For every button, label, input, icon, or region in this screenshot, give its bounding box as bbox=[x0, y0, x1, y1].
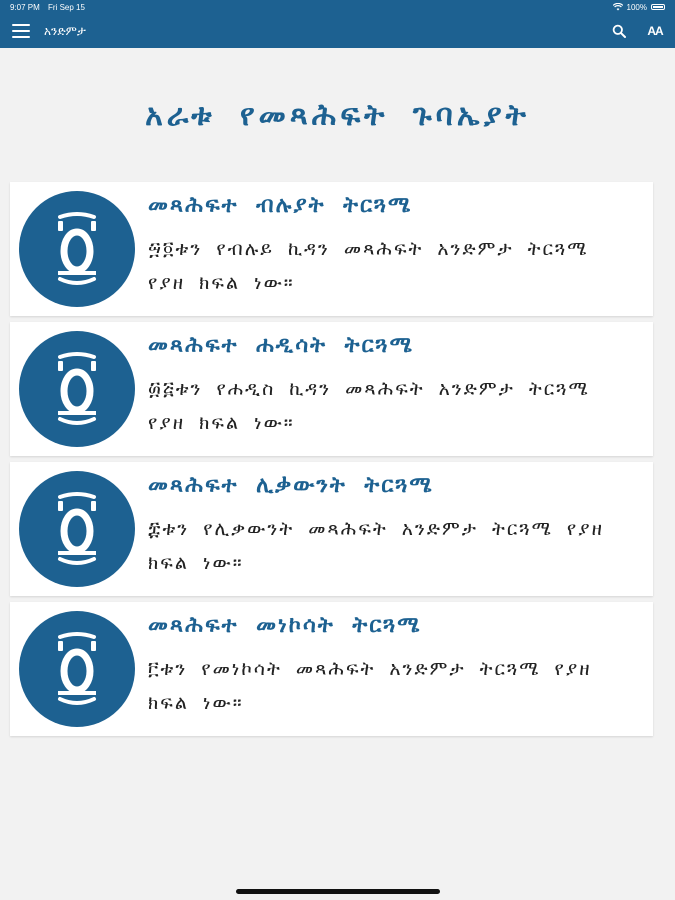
status-left: 9:07 PM Fri Sep 15 bbox=[10, 3, 91, 12]
collection-card-new-testament[interactable]: መጻሕፍተ ሐዲሳት ትርጓሜ ፴፭ቱን የሐዲስ ኪዳን መጻሕፍት አንድም… bbox=[10, 322, 653, 456]
card-title: መጻሕፍተ ብሉያት ትርጓሜ bbox=[148, 192, 413, 218]
page-title: አራቱ የመጻሕፍት ጉባኤያት bbox=[145, 98, 530, 133]
status-time: 9:07 PM bbox=[10, 2, 40, 12]
card-title: መጻሕፍተ መነኮሳት ትርጓሜ bbox=[148, 612, 422, 638]
book-icon bbox=[19, 331, 135, 447]
book-icon bbox=[19, 191, 135, 307]
collection-card-scholars[interactable]: መጻሕፍተ ሊቃውንት ትርጓሜ ፰ቱን የሊቃውንት መጻሕፍት አንድምታ … bbox=[10, 462, 653, 596]
menu-icon[interactable] bbox=[12, 24, 30, 38]
wifi-icon bbox=[612, 3, 623, 11]
app-navbar: አንድምታ AA bbox=[0, 14, 675, 48]
status-bar: 9:07 PM Fri Sep 15 100% bbox=[0, 0, 675, 14]
book-icon bbox=[19, 471, 135, 587]
card-description: ፴፭ቱን የሐዲስ ኪዳን መጻሕፍት አንድምታ ትርጓሜ የያዘ ክፍል ነ… bbox=[148, 378, 590, 434]
collection-card-monks[interactable]: መጻሕፍተ መነኮሳት ትርጓሜ ፫ቱን የመነኮሳት መጻሕፍት አንድምታ … bbox=[10, 602, 653, 736]
search-icon[interactable] bbox=[611, 23, 627, 39]
status-date: Fri Sep 15 bbox=[48, 2, 85, 12]
nav-actions: AA bbox=[611, 23, 664, 39]
card-description: ፫ቱን የመነኮሳት መጻሕፍት አንድምታ ትርጓሜ የያዘ ክፍል ነው። bbox=[148, 658, 592, 714]
card-title: መጻሕፍተ ሐዲሳት ትርጓሜ bbox=[148, 332, 414, 358]
home-indicator[interactable] bbox=[236, 889, 440, 894]
nav-title: አንድምታ bbox=[44, 23, 86, 38]
card-description: ፵፬ቱን የብሉይ ኪዳን መጻሕፍት አንድምታ ትርጓሜ የያዘ ክፍል ነ… bbox=[148, 238, 589, 294]
book-collections-list: መጻሕፍተ ብሉያት ትርጓሜ ፵፬ቱን የብሉይ ኪዳን መጻሕፍት አንድም… bbox=[10, 182, 653, 742]
collection-card-old-testament[interactable]: መጻሕፍተ ብሉያት ትርጓሜ ፵፬ቱን የብሉይ ኪዳን መጻሕፍት አንድም… bbox=[10, 182, 653, 316]
text-size-icon[interactable]: AA bbox=[647, 23, 663, 39]
status-right: 100% bbox=[612, 2, 665, 12]
book-icon bbox=[19, 611, 135, 727]
card-title: መጻሕፍተ ሊቃውንት ትርጓሜ bbox=[148, 472, 434, 498]
battery-icon bbox=[651, 4, 665, 10]
card-description: ፰ቱን የሊቃውንት መጻሕፍት አንድምታ ትርጓሜ የያዘ ክፍል ነው። bbox=[148, 518, 604, 574]
battery-percent: 100% bbox=[626, 2, 647, 12]
